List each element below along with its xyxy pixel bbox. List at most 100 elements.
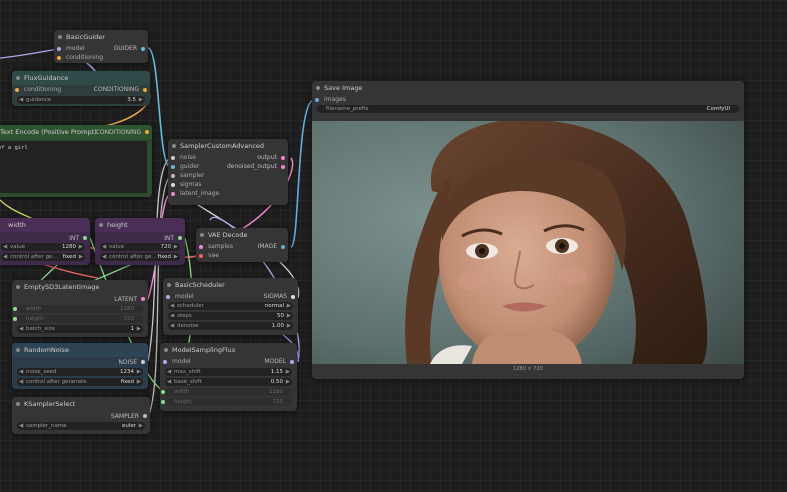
increment-arrow-icon[interactable]: ▶ — [287, 312, 291, 320]
increment-arrow-icon[interactable]: ▶ — [79, 243, 83, 251]
socket-icon[interactable] — [281, 244, 285, 249]
node-title[interactable]: SamplerCustomAdvanced — [168, 139, 288, 153]
prompt-textarea[interactable]: of a girl — [0, 141, 147, 193]
increment-arrow-icon[interactable]: ▶ — [79, 253, 83, 261]
input-sampler[interactable]: sampler — [168, 171, 288, 180]
latent-width-widget[interactable]: width 1280 — [13, 305, 143, 313]
empty-latent-node[interactable]: EmptySD3LatentImage LATENT width 1280 he… — [12, 280, 148, 337]
socket-icon[interactable] — [141, 360, 145, 364]
sampler-name-widget[interactable]: ◀ sampler_name euler ▶ — [17, 422, 145, 430]
collapse-dot-icon[interactable] — [16, 285, 20, 289]
input-conditioning[interactable]: conditioning — [54, 53, 148, 62]
node-title[interactable]: RandomNoise — [12, 343, 148, 357]
socket-icon[interactable] — [57, 55, 61, 60]
steps-widget[interactable]: ◀ steps 50 ▶ — [168, 312, 293, 320]
socket-icon[interactable] — [13, 317, 17, 321]
node-title[interactable]: FluxGuidance — [12, 71, 150, 85]
decrement-arrow-icon[interactable]: ◀ — [102, 253, 106, 261]
increment-arrow-icon[interactable]: ▶ — [286, 378, 290, 386]
input-vae[interactable]: vae — [196, 251, 288, 260]
socket-icon[interactable] — [143, 414, 147, 418]
collapse-dot-icon[interactable] — [99, 223, 103, 227]
input-guider[interactable]: guider denoised_output — [168, 162, 288, 171]
socket-icon[interactable] — [199, 244, 203, 249]
socket-icon[interactable] — [145, 130, 149, 134]
guidance-widget[interactable]: ◀ guidance 3.5 ▶ — [17, 96, 145, 104]
increment-arrow-icon[interactable]: ▶ — [287, 322, 291, 330]
socket-icon[interactable] — [57, 46, 61, 51]
increment-arrow-icon[interactable]: ▶ — [137, 368, 141, 376]
socket-icon[interactable] — [171, 155, 175, 160]
socket-icon[interactable] — [171, 164, 175, 169]
basic-guider-node[interactable]: BasicGuider model GUIDER conditioning — [54, 30, 148, 63]
socket-icon[interactable] — [171, 182, 175, 187]
increment-arrow-icon[interactable]: ▶ — [174, 253, 178, 261]
collapse-dot-icon[interactable] — [167, 283, 171, 287]
decrement-arrow-icon[interactable]: ◀ — [19, 378, 23, 386]
ksampler-select-node[interactable]: KSamplerSelect SAMPLER ◀ sampler_name eu… — [12, 397, 150, 434]
increment-arrow-icon[interactable]: ▶ — [287, 302, 291, 310]
input-sigmas[interactable]: sigmas — [168, 180, 288, 189]
increment-arrow-icon[interactable]: ▶ — [139, 422, 143, 430]
collapse-dot-icon[interactable] — [58, 35, 62, 39]
socket-icon[interactable] — [171, 191, 175, 196]
node-title[interactable]: BasicGuider — [54, 30, 148, 44]
socket-icon[interactable] — [15, 87, 19, 92]
socket-icon[interactable] — [141, 46, 145, 51]
node-title[interactable]: EmptySD3LatentImage — [12, 280, 148, 294]
socket-icon[interactable] — [290, 359, 294, 364]
socket-icon[interactable] — [13, 307, 17, 311]
decrement-arrow-icon[interactable]: ◀ — [3, 243, 7, 251]
save-image-node[interactable]: Save Image images filename_prefix ComfyU… — [312, 81, 744, 379]
decrement-arrow-icon[interactable]: ◀ — [170, 322, 174, 330]
input-images[interactable]: images — [312, 95, 744, 104]
decrement-arrow-icon[interactable]: ◀ — [19, 96, 23, 104]
socket-icon[interactable] — [163, 359, 167, 364]
input-samples[interactable]: samples IMAGE — [196, 242, 288, 251]
collapse-dot-icon[interactable] — [200, 233, 204, 237]
decrement-arrow-icon[interactable]: ◀ — [19, 368, 23, 376]
node-title[interactable]: BasicScheduler — [163, 278, 298, 292]
input-model[interactable]: model SIGMAS — [163, 292, 298, 301]
collapse-dot-icon[interactable] — [164, 348, 168, 352]
socket-icon[interactable] — [171, 173, 175, 178]
decrement-arrow-icon[interactable]: ◀ — [170, 312, 174, 320]
socket-icon[interactable] — [291, 294, 295, 299]
decrement-arrow-icon[interactable]: ◀ — [167, 368, 171, 376]
text-encode-node[interactable]: Text Encode (Positive Prompt) CONDITIONI… — [0, 125, 152, 197]
node-title[interactable]: Save Image — [312, 81, 744, 95]
denoise-widget[interactable]: ◀ denoise 1.00 ▶ — [168, 322, 293, 330]
model-sampling-flux-node[interactable]: ModelSamplingFlux model MODEL ◀ max_shif… — [160, 343, 297, 411]
increment-arrow-icon[interactable]: ▶ — [137, 378, 141, 386]
decrement-arrow-icon[interactable]: ◀ — [170, 302, 174, 310]
node-title[interactable]: width — [0, 218, 90, 232]
input-model[interactable]: model GUIDER — [54, 44, 148, 53]
collapse-dot-icon[interactable] — [16, 348, 20, 352]
node-title[interactable]: VAE Decode — [196, 228, 288, 242]
height-node[interactable]: height INT ◀ value 720 ▶ ◀ control after… — [95, 218, 185, 265]
decrement-arrow-icon[interactable]: ◀ — [102, 243, 106, 251]
input-model[interactable]: model MODEL — [160, 357, 297, 366]
collapse-dot-icon[interactable] — [316, 86, 320, 90]
noise-seed-widget[interactable]: ◀ noise_seed 1234 ▶ — [17, 368, 143, 376]
socket-icon[interactable] — [161, 390, 165, 394]
input-conditioning[interactable]: conditioning CONDITIONING — [12, 85, 150, 94]
increment-arrow-icon[interactable]: ▶ — [139, 96, 143, 104]
socket-icon[interactable] — [281, 164, 285, 169]
increment-arrow-icon[interactable]: ▶ — [286, 368, 290, 376]
random-noise-node[interactable]: RandomNoise NOISE ◀ noise_seed 1234 ▶ ◀ … — [12, 343, 148, 389]
vae-decode-node[interactable]: VAE Decode samples IMAGE vae — [196, 228, 288, 262]
flux-height-widget[interactable]: height 720 — [161, 398, 292, 406]
node-title[interactable]: ModelSamplingFlux — [160, 343, 297, 357]
latent-height-widget[interactable]: height 720 — [13, 315, 143, 323]
node-title[interactable]: KSamplerSelect — [12, 397, 150, 411]
flux-width-widget[interactable]: width 1280 — [161, 388, 292, 396]
collapse-dot-icon[interactable] — [172, 144, 176, 148]
decrement-arrow-icon[interactable]: ◀ — [167, 378, 171, 386]
sampler-custom-advanced-node[interactable]: SamplerCustomAdvanced noise output guide… — [168, 139, 288, 205]
socket-icon[interactable] — [161, 400, 165, 404]
node-title[interactable]: height — [95, 218, 185, 232]
base-shift-widget[interactable]: ◀ base_shift 0.50 ▶ — [165, 378, 292, 386]
collapse-dot-icon[interactable] — [16, 76, 20, 80]
flux-guidance-node[interactable]: FluxGuidance conditioning CONDITIONING ◀… — [12, 71, 150, 106]
